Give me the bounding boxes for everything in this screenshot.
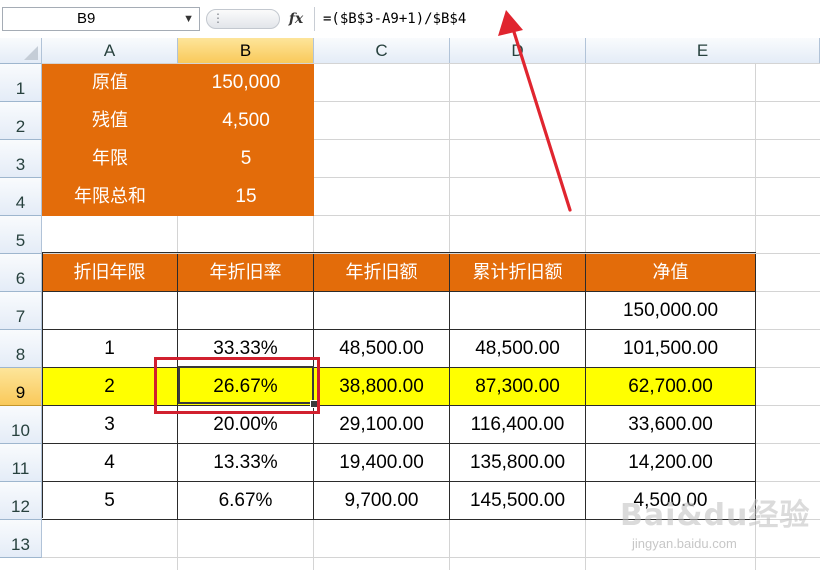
fill-handle[interactable] xyxy=(310,400,318,408)
table-cell[interactable]: 4 xyxy=(42,444,178,482)
table-cell[interactable] xyxy=(178,292,314,330)
param-label[interactable]: 年限总和 xyxy=(42,178,178,216)
param-label[interactable]: 残值 xyxy=(42,102,178,140)
row-header-3[interactable]: 3 xyxy=(0,140,42,178)
table-cell[interactable]: 6.67% xyxy=(178,482,314,520)
name-box[interactable]: B9 ▼ xyxy=(2,7,200,31)
table-cell[interactable]: 150,000.00 xyxy=(586,292,756,330)
column-header-e[interactable]: E xyxy=(586,38,820,64)
row-header-12[interactable]: 12 xyxy=(0,482,42,520)
table-cell[interactable] xyxy=(450,292,586,330)
formula-bar: B9 ▼ ⋮ fx =($B$3-A9+1)/$B$4 xyxy=(0,0,820,39)
table-cell[interactable]: 5 xyxy=(42,482,178,520)
row-header-7[interactable]: 7 xyxy=(0,292,42,330)
table-cell[interactable]: 101,500.00 xyxy=(586,330,756,368)
table-cell[interactable]: 1 xyxy=(42,330,178,368)
table-cell[interactable]: 9,700.00 xyxy=(314,482,450,520)
table-cell[interactable]: 135,800.00 xyxy=(450,444,586,482)
column-header-a[interactable]: A xyxy=(42,38,178,64)
table-header-cell[interactable]: 年折旧额 xyxy=(314,254,450,292)
table-cell[interactable]: 145,500.00 xyxy=(450,482,586,520)
table-header-cell[interactable]: 净值 xyxy=(586,254,756,292)
table-cell[interactable]: 3 xyxy=(42,406,178,444)
row-header-1[interactable]: 1 xyxy=(0,64,42,102)
table-cell[interactable]: 29,100.00 xyxy=(314,406,450,444)
param-value[interactable]: 4,500 xyxy=(178,102,314,140)
chevron-down-icon[interactable]: ▼ xyxy=(183,8,194,30)
table-cell[interactable]: 48,500.00 xyxy=(314,330,450,368)
table-cell[interactable]: 116,400.00 xyxy=(450,406,586,444)
column-header-c[interactable]: C xyxy=(314,38,450,64)
param-label[interactable]: 原值 xyxy=(42,64,178,102)
name-box-value: B9 xyxy=(77,10,96,27)
row-header-5[interactable]: 5 xyxy=(0,216,42,254)
table-cell[interactable]: 20.00% xyxy=(178,406,314,444)
param-value[interactable]: 15 xyxy=(178,178,314,216)
row-header-4[interactable]: 4 xyxy=(0,178,42,216)
row-header-13[interactable]: 13 xyxy=(0,520,42,558)
table-cell[interactable]: 62,700.00 xyxy=(586,368,756,406)
table-cell[interactable]: 38,800.00 xyxy=(314,368,450,406)
table-cell[interactable]: 87,300.00 xyxy=(450,368,586,406)
column-header-d[interactable]: D xyxy=(450,38,586,64)
gridline-h xyxy=(42,557,820,558)
table-cell[interactable]: 4,500.00 xyxy=(586,482,756,520)
table-header-cell[interactable]: 折旧年限 xyxy=(42,254,178,292)
row-header-6[interactable]: 6 xyxy=(0,254,42,292)
param-value[interactable]: 5 xyxy=(178,140,314,178)
formula-input[interactable]: =($B$3-A9+1)/$B$4 xyxy=(314,7,818,31)
select-all-corner[interactable] xyxy=(0,38,42,64)
watermark-url: jingyan.baidu.com xyxy=(632,536,737,551)
grip-dots-icon: ⋮ xyxy=(212,11,224,25)
row-header-9[interactable]: 9 xyxy=(0,368,42,406)
row-header-10[interactable]: 10 xyxy=(0,406,42,444)
table-cell[interactable] xyxy=(314,292,450,330)
table-cell[interactable]: 33.33% xyxy=(178,330,314,368)
row-header-2[interactable]: 2 xyxy=(0,102,42,140)
table-header-cell[interactable]: 年折旧率 xyxy=(178,254,314,292)
row-header-8[interactable]: 8 xyxy=(0,330,42,368)
param-label[interactable]: 年限 xyxy=(42,140,178,178)
insert-function-icon[interactable]: fx xyxy=(285,9,307,29)
table-cell[interactable]: 48,500.00 xyxy=(450,330,586,368)
table-header-cell[interactable]: 累计折旧额 xyxy=(450,254,586,292)
row-header-11[interactable]: 11 xyxy=(0,444,42,482)
table-cell[interactable]: 2 xyxy=(42,368,178,406)
table-cell[interactable]: 33,600.00 xyxy=(586,406,756,444)
table-cell[interactable]: 19,400.00 xyxy=(314,444,450,482)
table-cell[interactable]: 13.33% xyxy=(178,444,314,482)
select-all-triangle-icon xyxy=(24,46,38,60)
table-cell[interactable]: 26.67% xyxy=(178,368,314,406)
table-cell[interactable] xyxy=(42,292,178,330)
table-cell[interactable]: 14,200.00 xyxy=(586,444,756,482)
param-value[interactable]: 150,000 xyxy=(178,64,314,102)
column-header-b[interactable]: B xyxy=(178,38,314,64)
